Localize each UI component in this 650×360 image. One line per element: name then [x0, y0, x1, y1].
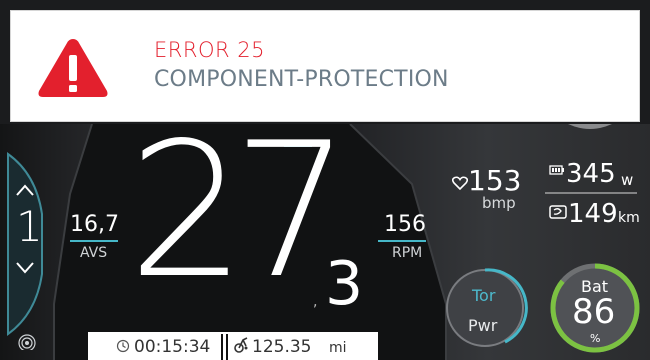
- error-banner: ERROR 25 COMPONENT-PROTECTION: [10, 10, 640, 122]
- error-code: ERROR 25: [154, 38, 265, 62]
- warning-icon: [38, 39, 108, 97]
- speed-separator: ,: [313, 294, 318, 310]
- chevron-down-icon[interactable]: [14, 260, 36, 276]
- battery-small-icon: [549, 165, 564, 175]
- power-value: 345: [566, 159, 616, 189]
- range-value: 149: [568, 199, 618, 229]
- power-unit: w: [621, 171, 634, 189]
- trip-distance-unit: mi: [329, 340, 347, 356]
- trip-distance: 125.35: [252, 337, 312, 357]
- signal-icon: [18, 334, 36, 350]
- battery-value: 86: [572, 292, 616, 332]
- dashboard: 1 16,7 AVS 156 RPM 27 , 3 153 bmp 345 w …: [0, 124, 650, 360]
- heart-rate-value: 153: [468, 164, 522, 197]
- clock-icon: [116, 339, 130, 353]
- trip-time: 00:15:34: [134, 337, 211, 357]
- gear-number: 1: [16, 202, 43, 251]
- heart-icon: [452, 176, 468, 190]
- speed-main: 27: [128, 124, 351, 319]
- range-unit: km: [618, 210, 640, 226]
- bike-icon: [234, 337, 248, 353]
- heart-rate-unit: bmp: [482, 194, 516, 212]
- mode-dial[interactable]: [447, 270, 523, 346]
- rpm-value: 156: [384, 212, 426, 237]
- error-message: COMPONENT-PROTECTION: [154, 67, 449, 92]
- rpm-label: RPM: [392, 245, 423, 261]
- avs-label: AVS: [80, 245, 108, 261]
- battery-unit: %: [590, 332, 601, 345]
- chevron-up-icon[interactable]: [14, 182, 36, 198]
- speed-decimal: 3: [325, 249, 364, 319]
- avs-value: 16,7: [70, 212, 119, 237]
- range-icon: [549, 205, 567, 219]
